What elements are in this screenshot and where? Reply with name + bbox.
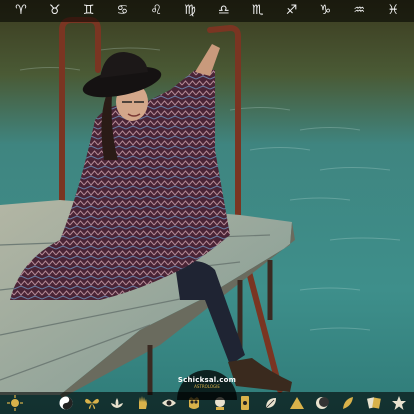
feather-icon[interactable] (340, 395, 356, 411)
capricorn-icon[interactable]: ♑ (312, 0, 338, 22)
lotus-icon[interactable] (109, 395, 125, 411)
zodiac-bar: ♈ ♉ ♊ ♋ ♌ ♍ ♎ ♏ ♐ ♑ ♒ ♓ (0, 0, 414, 22)
aries-icon[interactable]: ♈ (8, 0, 34, 22)
leo-icon[interactable]: ♌ (143, 0, 169, 22)
sun-icon[interactable] (6, 395, 23, 411)
pyramid-icon[interactable] (289, 395, 305, 411)
taurus-icon[interactable]: ♉ (42, 0, 68, 22)
libra-icon[interactable]: ♎ (211, 0, 237, 22)
hand-icon[interactable] (135, 395, 151, 411)
aquarius-icon[interactable]: ♒ (346, 0, 372, 22)
yin-yang-icon[interactable] (58, 395, 74, 411)
cancer-icon[interactable]: ♋ (109, 0, 135, 22)
moon-face-icon[interactable] (314, 395, 330, 411)
tarot-icon[interactable] (237, 395, 253, 411)
leaf-icon[interactable] (263, 395, 279, 411)
watermark-brand: Schicksal.com (177, 376, 237, 384)
gemini-icon[interactable]: ♊ (76, 0, 102, 22)
sagittarius-icon[interactable]: ♐ (279, 0, 305, 22)
photo-scene (0, 0, 414, 414)
scorpio-icon[interactable]: ♏ (245, 0, 271, 22)
watermark-tagline: ASTROLOGIE (194, 384, 220, 389)
pisces-icon[interactable]: ♓ (380, 0, 406, 22)
photo-frame: ♈ ♉ ♊ ♋ ♌ ♍ ♎ ♏ ♐ ♑ ♒ ♓ Schicksal.com AS… (0, 0, 414, 414)
eye-icon[interactable] (161, 395, 177, 411)
star-icon[interactable] (391, 395, 407, 411)
butterfly-icon[interactable] (84, 395, 100, 411)
virgo-icon[interactable]: ♍ (177, 0, 203, 22)
crescent-moon-icon[interactable] (32, 395, 48, 411)
cards-icon[interactable] (366, 395, 382, 411)
